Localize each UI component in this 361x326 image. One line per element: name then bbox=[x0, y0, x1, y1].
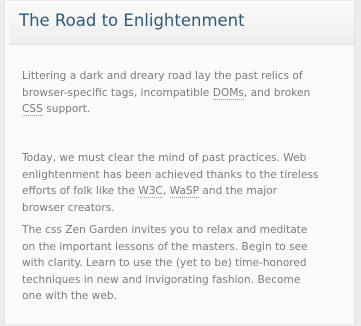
text-segment: on the important lessons of the masters.… bbox=[22, 240, 308, 253]
text-segment: efforts of folk like the bbox=[22, 185, 139, 197]
section-title: The Road to Enlightenment bbox=[19, 11, 245, 30]
text-segment: Littering a dark and dreary road lay the… bbox=[22, 70, 303, 82]
text-segment: one with the web. bbox=[22, 290, 117, 302]
abbr-wasp[interactable]: WaSP bbox=[169, 185, 199, 198]
paragraph-line: The css Zen Garden invites you to relax … bbox=[22, 222, 350, 239]
header-divider bbox=[9, 44, 354, 45]
text-segment: with clarity. Learn to use the (yet to b… bbox=[22, 257, 307, 269]
text-segment: browser-specific tags, incompatible bbox=[22, 86, 213, 99]
text-segment: techniques in new and invigorating fashi… bbox=[22, 273, 301, 286]
paragraph-2: Today, we must clear the mind of past pr… bbox=[22, 150, 350, 216]
paragraph-line: techniques in new and invigorating fashi… bbox=[22, 272, 350, 289]
abbr-doms[interactable]: DOMs bbox=[212, 86, 244, 100]
text-segment: , bbox=[162, 185, 170, 197]
section-header: The Road to Enlightenment bbox=[9, 1, 354, 45]
paragraph-line: efforts of folk like the W3C, WaSP and t… bbox=[22, 183, 350, 200]
abbr-css[interactable]: CSS bbox=[22, 103, 43, 116]
text-segment: support. bbox=[42, 103, 91, 115]
text-segment: browser creators. bbox=[22, 201, 115, 214]
text-segment: Today, we must clear the mind of past pr… bbox=[22, 152, 307, 164]
paragraph-3: The css Zen Garden invites you to relax … bbox=[22, 222, 350, 305]
text-segment: enlightenment has been achieved thanks t… bbox=[22, 168, 319, 181]
paragraph-line: enlightenment has been achieved thanks t… bbox=[22, 167, 350, 184]
text-segment: and the major bbox=[199, 185, 278, 197]
paragraph-line: browser creators. bbox=[22, 200, 350, 217]
paragraph-line: one with the web. bbox=[22, 288, 350, 305]
text-segment: The css Zen Garden invites you to relax … bbox=[22, 224, 308, 236]
paragraph-line: with clarity. Learn to use the (yet to b… bbox=[22, 255, 350, 272]
paragraph-line: Today, we must clear the mind of past pr… bbox=[22, 150, 350, 167]
text-segment: , and broken bbox=[243, 86, 311, 99]
paragraph-line: browser-specific tags, incompatible DOMs… bbox=[22, 85, 350, 102]
paragraph-line: on the important lessons of the masters.… bbox=[22, 239, 350, 256]
paragraph-line: Littering a dark and dreary road lay the… bbox=[22, 68, 350, 85]
content-panel: The Road to Enlightenment Littering a da… bbox=[4, 1, 355, 324]
paragraph-1: Littering a dark and dreary road lay the… bbox=[22, 68, 350, 118]
abbr-w3c[interactable]: W3C bbox=[138, 185, 163, 198]
paragraph-line: CSS support. bbox=[22, 101, 350, 118]
